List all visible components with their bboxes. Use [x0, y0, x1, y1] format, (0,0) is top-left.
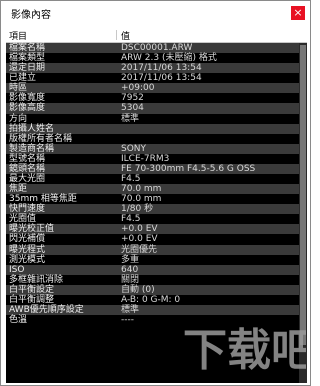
- table-row[interactable]: 已建立 2017/11/06 13:54: [6, 73, 299, 84]
- row-key: 拍攝人姓名: [9, 123, 55, 134]
- row-value: 光圈優先: [121, 244, 158, 255]
- row-value: 標準: [121, 305, 140, 316]
- row-value: FE 70-300mm F4.5-5.6 G OSS: [121, 163, 256, 174]
- table-header: 項目 值: [6, 28, 307, 43]
- vertical-scrollbar[interactable]: [299, 43, 307, 383]
- row-value: 70.0 mm: [121, 194, 162, 205]
- row-value: 640: [121, 264, 139, 275]
- properties-table: 項目 值 檔案名稱 DSC00001.ARW 檔案類型 ARW 2.3 (未壓縮) 格…: [6, 28, 307, 383]
- row-value: 7952: [121, 93, 144, 104]
- row-key: 型號名稱: [9, 153, 46, 164]
- table-row[interactable]: 最大光圈 F4.5: [6, 174, 299, 185]
- row-value: +0.0 EV: [121, 224, 158, 235]
- row-value: A-B: 0 G-M: 0: [121, 294, 181, 305]
- close-icon: ×: [293, 6, 303, 19]
- table-row[interactable]: 白平衡調整 A-B: 0 G-M: 0: [6, 294, 299, 306]
- table-row[interactable]: 曝光程式 光圈優先: [6, 244, 299, 255]
- row-value: ILCE-7RM3: [121, 153, 170, 164]
- table-row[interactable]: ISO 640: [6, 264, 299, 275]
- title-bar[interactable]: 影像內容 ×: [1, 1, 310, 25]
- row-value: 自動 (0): [121, 284, 155, 295]
- row-value: +0.0 EV: [121, 234, 158, 245]
- table-row[interactable]: 檔案類型 ARW 2.3 (未壓縮) 格式: [6, 53, 299, 64]
- table-row[interactable]: AWB優先順序設定 標準: [6, 305, 299, 316]
- table-row[interactable]: 焦距 70.0 mm: [6, 184, 299, 195]
- row-key: 閃光補償: [9, 234, 46, 245]
- table-row[interactable]: 型號名稱 ILCE-7RM3: [6, 153, 299, 164]
- row-value: F4.5: [121, 174, 141, 185]
- row-key: 方向: [9, 113, 28, 124]
- row-key: 色溫: [9, 315, 28, 326]
- row-key: 影像高度: [9, 103, 46, 114]
- row-key: 檔案類型: [9, 53, 46, 64]
- row-value: F4.5: [121, 214, 141, 225]
- row-key: 時區: [9, 83, 28, 94]
- table-row[interactable]: 鏡頭名稱 FE 70-300mm F4.5-5.6 G OSS: [6, 163, 299, 175]
- table-rows: 檔案名稱 DSC00001.ARW 檔案類型 ARW 2.3 (未壓縮) 格式 還定日期…: [6, 43, 299, 326]
- row-key: 快門速度: [9, 204, 46, 215]
- row-value: 70.0 mm: [121, 184, 162, 195]
- row-value: 1/80 秒: [121, 204, 154, 215]
- row-key: 曝光校正值: [9, 224, 55, 235]
- row-value: 5304: [121, 103, 144, 114]
- row-key: 版權所有者名稱: [9, 133, 73, 144]
- table-row[interactable]: 檔案名稱 DSC00001.ARW: [6, 43, 299, 54]
- row-value: DSC00001.ARW: [121, 43, 193, 53]
- row-key: 還定日期: [9, 63, 46, 74]
- table-row[interactable]: 拍攝人姓名: [6, 123, 299, 134]
- table-row[interactable]: 快門速度 1/80 秒: [6, 204, 299, 215]
- table-row[interactable]: 白平衡設定 自動 (0): [6, 284, 299, 295]
- column-header-value[interactable]: 值: [121, 29, 130, 42]
- row-key: 檔案名稱: [9, 43, 46, 53]
- row-key: 白平衡調整: [9, 294, 55, 305]
- row-key: 製造商名稱: [9, 143, 55, 154]
- window-title: 影像內容: [11, 10, 51, 21]
- table-row[interactable]: 35mm 相等焦距 70.0 mm: [6, 194, 299, 205]
- row-key: 焦距: [9, 184, 28, 195]
- row-key: 已建立: [9, 73, 37, 84]
- table-row[interactable]: 影像高度 5304: [6, 103, 299, 114]
- image-properties-window: 影像內容 × 項目 值 檔案名稱 DSC00001.ARW 檔案類型 ARW 2.3 …: [0, 0, 311, 386]
- row-value: 2017/11/06 13:54: [121, 73, 202, 84]
- table-row[interactable]: 還定日期 2017/11/06 13:54: [6, 63, 299, 74]
- table-row[interactable]: 測光模式 多重: [6, 254, 299, 265]
- table-row[interactable]: 製造商名稱 SONY: [6, 143, 299, 154]
- row-key: 影像寬度: [9, 93, 46, 104]
- row-key: 35mm 相等焦距: [9, 194, 77, 205]
- row-key: 光圈值: [9, 214, 37, 225]
- table-row[interactable]: 光圈值 F4.5: [6, 214, 299, 225]
- table-row[interactable]: 影像寬度 7952: [6, 93, 299, 104]
- table-row[interactable]: 曝光校正值 +0.0 EV: [6, 224, 299, 235]
- table-row[interactable]: 版權所有者名稱: [6, 133, 299, 144]
- row-value: 關閉: [121, 274, 140, 285]
- row-value: ARW 2.3 (未壓縮) 格式: [121, 53, 217, 64]
- row-key: ISO: [9, 264, 25, 275]
- column-divider[interactable]: [116, 30, 117, 40]
- row-value: 2017/11/06 13:54: [121, 63, 202, 74]
- row-value: 標準: [121, 113, 140, 124]
- scrollbar-thumb[interactable]: [300, 45, 306, 345]
- table-row[interactable]: 色溫 ----: [6, 315, 299, 326]
- row-key: 曝光程式: [9, 244, 46, 255]
- row-value: 多重: [121, 254, 140, 265]
- row-key: 白平衡設定: [9, 284, 55, 295]
- row-key: AWB優先順序設定: [9, 305, 84, 316]
- row-value: SONY: [121, 143, 147, 154]
- table-row[interactable]: 多框雜訊消除 關閉: [6, 274, 299, 285]
- row-key: 測光模式: [9, 254, 46, 265]
- close-button[interactable]: ×: [291, 6, 305, 20]
- table-row[interactable]: 方向 標準: [6, 113, 299, 124]
- table-row[interactable]: 閃光補償 +0.0 EV: [6, 234, 299, 245]
- row-key: 最大光圈: [9, 174, 46, 185]
- row-key: 鏡頭名稱: [9, 163, 46, 174]
- row-value: ----: [121, 315, 134, 326]
- table-row[interactable]: 時區 +09:00: [6, 83, 299, 94]
- row-value: +09:00: [121, 83, 155, 94]
- column-header-item[interactable]: 項目: [9, 29, 27, 42]
- row-key: 多框雜訊消除: [9, 274, 64, 285]
